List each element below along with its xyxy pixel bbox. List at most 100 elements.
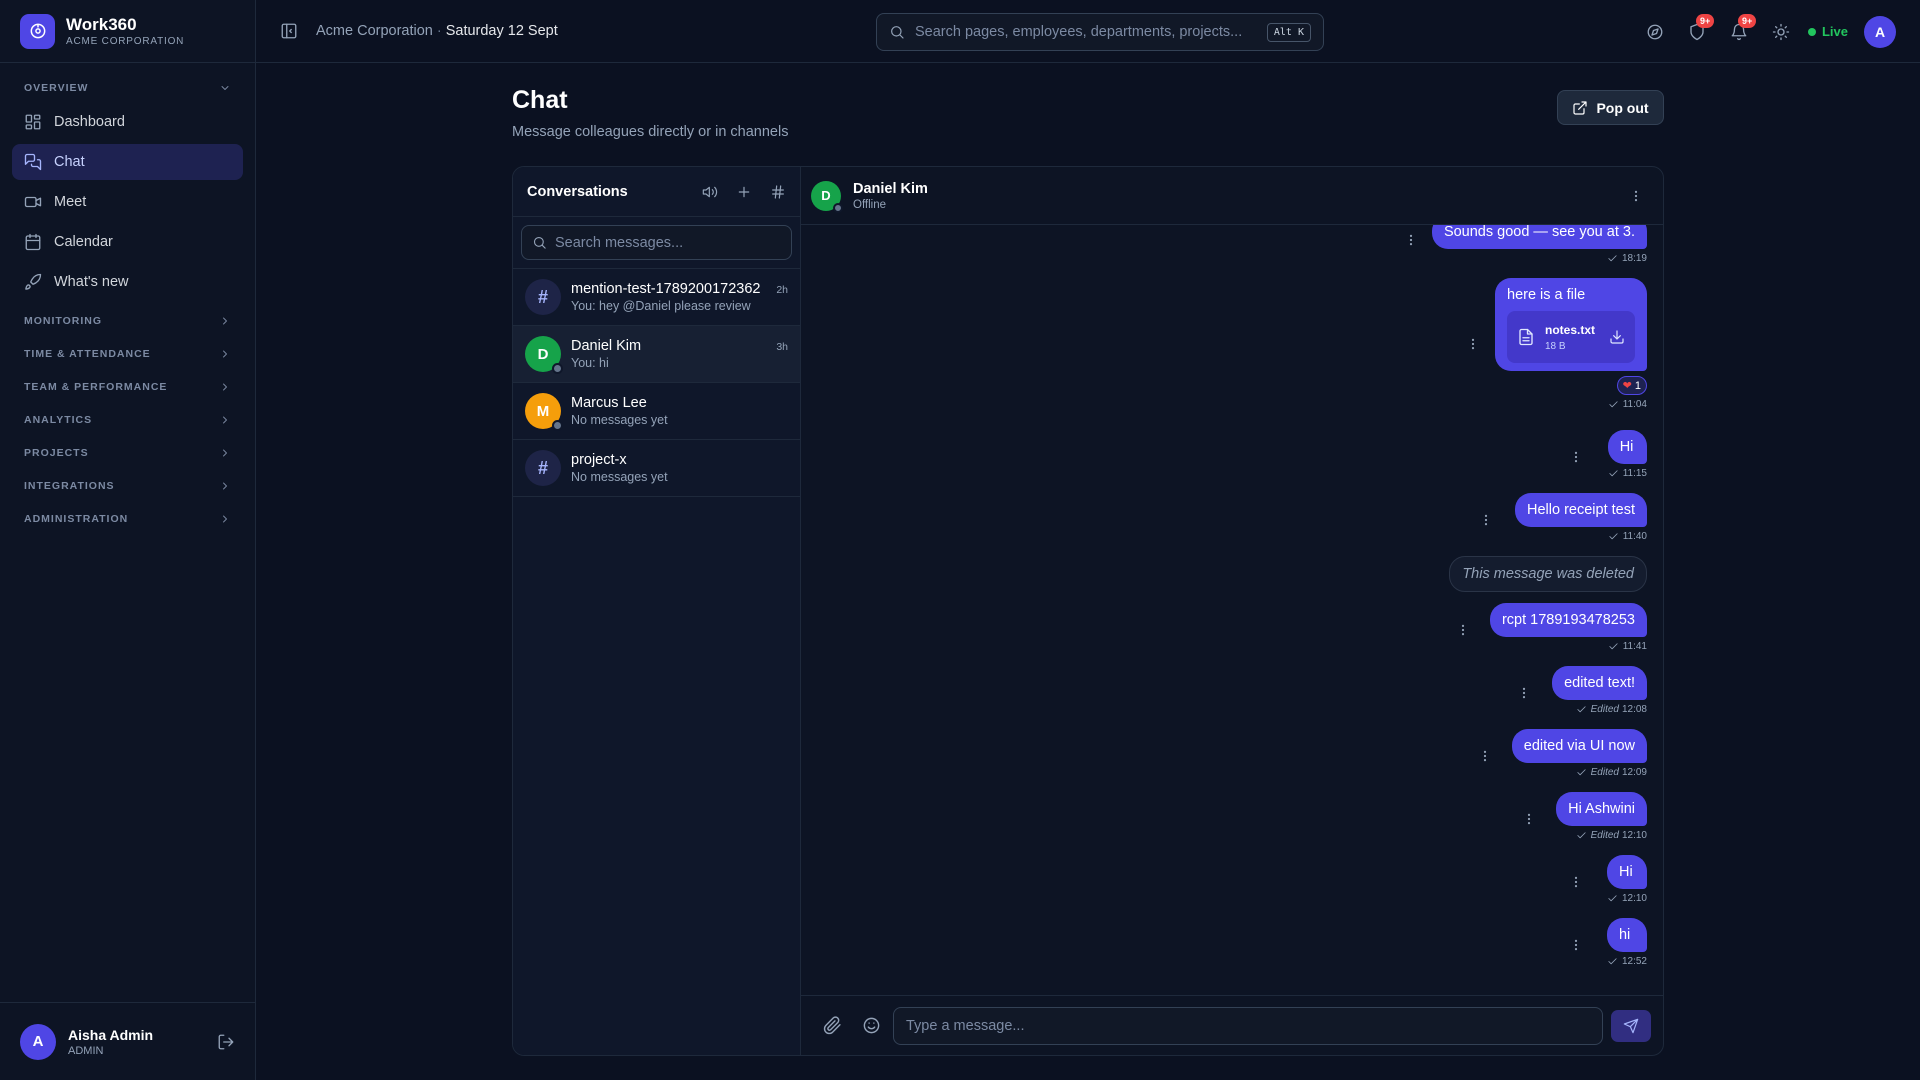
message-bubble[interactable]: Sounds good — see you at 3. xyxy=(1431,225,1647,249)
sidebar-toggle-icon[interactable] xyxy=(280,22,298,40)
section-monitoring[interactable]: MONITORING xyxy=(0,304,255,337)
section-team-performance[interactable]: TEAM & PERFORMANCE xyxy=(0,370,255,403)
message-menu-icon[interactable] xyxy=(1479,513,1493,527)
message-bubble[interactable]: Hi Ashwini xyxy=(1556,792,1647,826)
compass-icon[interactable] xyxy=(1646,23,1664,41)
message-time: 12:10 xyxy=(1621,830,1647,841)
avatar[interactable]: A xyxy=(20,1023,56,1060)
message-menu-icon[interactable] xyxy=(1522,812,1536,826)
message-menu-icon[interactable] xyxy=(1517,686,1531,700)
message-menu-icon[interactable] xyxy=(1569,450,1583,464)
sidebar-item-calendar[interactable]: Calendar xyxy=(12,224,243,260)
more-vertical-icon[interactable] xyxy=(1629,189,1643,203)
shortcut-hint: Alt K xyxy=(1266,22,1311,42)
logout-icon[interactable] xyxy=(217,1033,235,1051)
avatar-initial: M xyxy=(536,402,550,420)
bell-icon[interactable]: 9+ xyxy=(1730,13,1757,41)
message-time: 12:10 xyxy=(1621,893,1647,904)
download-icon[interactable] xyxy=(1609,329,1625,345)
avatar[interactable]: D xyxy=(811,180,843,213)
message-bubble[interactable]: Hi xyxy=(1606,855,1647,889)
conversation-item[interactable]: # mention-test-1789200172362 You: hey @Da… xyxy=(513,269,800,326)
speaker-icon[interactable] xyxy=(702,184,718,200)
conversation-item[interactable]: D Daniel Kim You: hi 3h xyxy=(513,326,800,383)
message-time: 11:15 xyxy=(1622,468,1647,479)
check-icon xyxy=(1608,641,1619,652)
section-overview[interactable]: OVERVIEW xyxy=(0,71,255,104)
chat-icon xyxy=(24,153,42,171)
sun-icon[interactable] xyxy=(1772,23,1790,41)
conversation-item[interactable]: # project-x No messages yet xyxy=(513,440,800,497)
avatar[interactable]: A xyxy=(1864,15,1896,48)
edited-label: Edited xyxy=(1590,704,1619,715)
message-menu-icon[interactable] xyxy=(1466,337,1480,351)
emoji-icon[interactable] xyxy=(862,1016,881,1035)
sidebar-item-meet[interactable]: Meet xyxy=(12,184,243,220)
message-time: 11:40 xyxy=(1622,531,1647,542)
file-attachment[interactable]: notes.txt 18 B xyxy=(1507,311,1635,363)
sidebar-item-whats-new[interactable]: What's new xyxy=(12,264,243,300)
reaction-badge[interactable]: ❤ 1 xyxy=(1616,376,1647,395)
pop-out-button[interactable]: Pop out xyxy=(1557,90,1664,125)
message-menu-icon[interactable] xyxy=(1569,938,1583,952)
notification-badge: 9+ xyxy=(1737,13,1757,28)
brand[interactable]: Work360 ACME CORPORATION xyxy=(0,0,255,63)
message-menu-icon[interactable] xyxy=(1456,623,1470,637)
message-search[interactable] xyxy=(521,225,792,260)
message-bubble[interactable]: hi xyxy=(1606,918,1647,952)
message-input-field[interactable] xyxy=(893,1006,1603,1045)
section-time-attendance[interactable]: TIME & ATTENDANCE xyxy=(0,337,255,370)
message: Hi Ashwini Edited 12:10 xyxy=(1556,792,1647,841)
conversation-item[interactable]: M Marcus Lee No messages yet xyxy=(513,383,800,440)
status-dot xyxy=(552,420,563,431)
section-analytics[interactable]: ANALYTICS xyxy=(0,403,255,436)
chevron-right-icon xyxy=(219,348,231,360)
chevron-right-icon xyxy=(219,381,231,393)
message-bubble[interactable]: rcpt 1789193478253 xyxy=(1489,603,1647,637)
conversation-preview: No messages yet xyxy=(571,413,668,427)
section-administration[interactable]: ADMINISTRATION xyxy=(0,502,255,535)
message-bubble[interactable]: here is a file notes.txt 18 B xyxy=(1495,278,1647,371)
file-size: 18 B xyxy=(1545,340,1566,352)
send-button[interactable] xyxy=(1611,1009,1651,1042)
sidebar-item-dashboard[interactable]: Dashboard xyxy=(12,104,243,140)
message-bubble[interactable]: Hello receipt test xyxy=(1515,493,1647,527)
paperclip-icon[interactable] xyxy=(823,1016,842,1035)
global-search[interactable]: Alt K xyxy=(876,13,1324,51)
plus-icon[interactable] xyxy=(736,184,752,200)
sidebar-item-label: Chat xyxy=(54,154,85,170)
message-bubble[interactable]: edited via UI now xyxy=(1511,729,1647,763)
message-bubble[interactable]: Hi xyxy=(1607,430,1647,464)
chevron-right-icon xyxy=(219,414,231,426)
search-input[interactable] xyxy=(915,24,1267,40)
message: edited via UI now Edited 12:09 xyxy=(1511,729,1647,778)
section-label: INTEGRATIONS xyxy=(24,479,115,492)
message-menu-icon[interactable] xyxy=(1569,875,1583,889)
conversations-header: Conversations xyxy=(513,167,800,217)
message-search-input[interactable] xyxy=(555,234,781,251)
section-projects[interactable]: PROJECTS xyxy=(0,436,255,469)
search-icon xyxy=(532,235,547,250)
avatar: M xyxy=(525,393,563,431)
sidebar-item-label: Meet xyxy=(54,194,87,210)
sidebar-item-label: Dashboard xyxy=(54,114,125,130)
check-icon xyxy=(1607,956,1618,967)
message-menu-icon[interactable] xyxy=(1478,749,1492,763)
page-subtitle: Message colleagues directly or in channe… xyxy=(512,124,789,140)
message-input[interactable] xyxy=(906,1017,1590,1034)
sidebar-item-chat[interactable]: Chat xyxy=(12,144,243,180)
message-menu-icon[interactable] xyxy=(1404,233,1418,247)
calendar-icon xyxy=(24,233,42,251)
thread-header: D Daniel Kim Offline xyxy=(801,167,1663,225)
section-integrations[interactable]: INTEGRATIONS xyxy=(0,469,255,502)
message: edited text! Edited 12:08 xyxy=(1552,666,1647,715)
shield-icon[interactable]: 9+ xyxy=(1688,13,1715,41)
file-icon xyxy=(1517,328,1535,346)
hash-icon[interactable] xyxy=(770,184,786,200)
message-bubble[interactable]: edited text! xyxy=(1552,666,1647,700)
reaction-count: 1 xyxy=(1634,379,1641,392)
edited-label: Edited xyxy=(1590,830,1619,841)
breadcrumb-org[interactable]: Acme Corporation xyxy=(316,23,433,39)
conversations-title: Conversations xyxy=(527,183,628,200)
live-label: Live xyxy=(1821,24,1848,39)
